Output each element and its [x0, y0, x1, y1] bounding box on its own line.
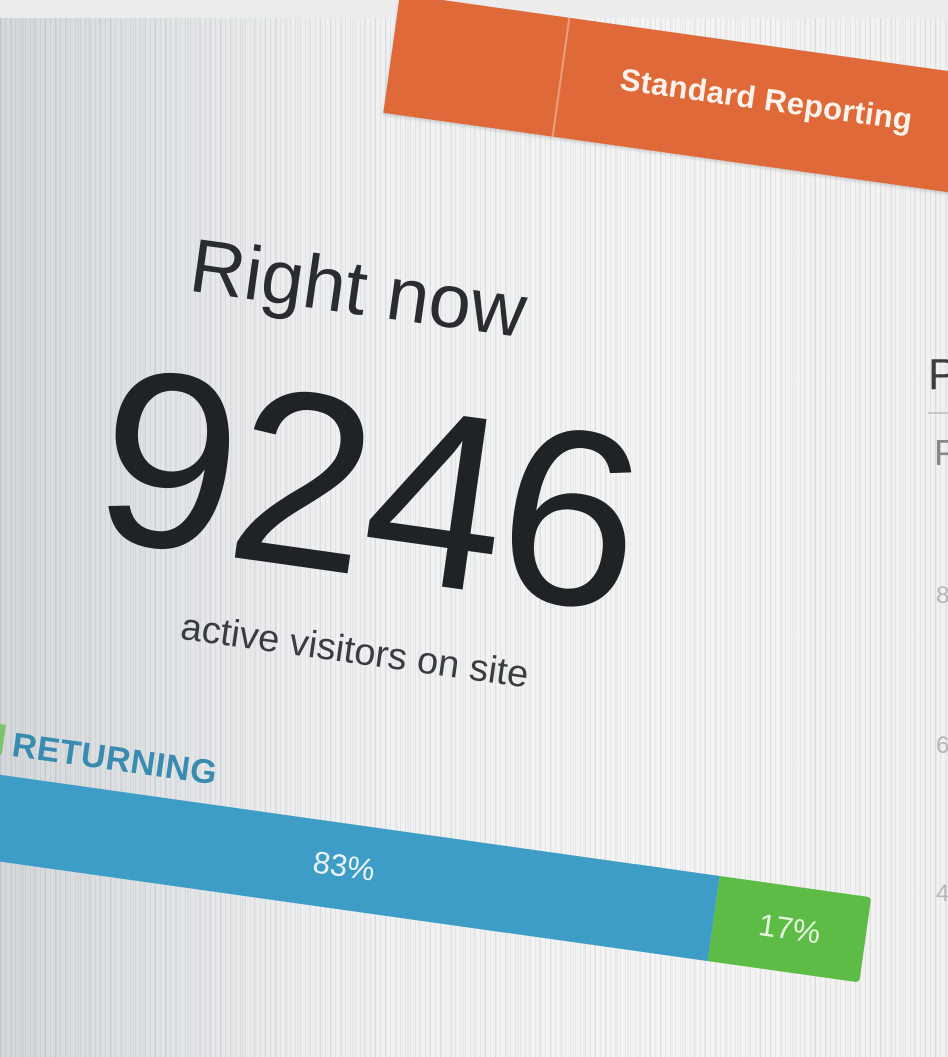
returning-segment[interactable]: 83%: [0, 772, 720, 962]
visitor-split-bar: 83% 17%: [0, 772, 872, 983]
active-visitors-count: 9246: [81, 313, 655, 665]
right-panel-tick: 6: [936, 732, 948, 759]
returning-percent-label: 83%: [310, 844, 378, 888]
realtime-overview: Right now 9246 active visitors on site R…: [0, 0, 948, 1057]
legend-swatch: [0, 724, 6, 755]
new-segment[interactable]: 17%: [707, 875, 872, 983]
photo-frame: Standard Reporting Right now 9246 active…: [0, 0, 948, 1057]
right-panel-tick: 8: [936, 582, 948, 609]
right-panel-subtitle: P: [934, 432, 948, 473]
right-panel-tick: 4: [936, 880, 948, 907]
right-panel-title: P: [928, 350, 948, 399]
right-panel-cutoff: P P 8 6 4: [928, 350, 948, 1000]
new-percent-label: 17%: [756, 907, 823, 951]
right-panel-rule: [928, 412, 948, 414]
